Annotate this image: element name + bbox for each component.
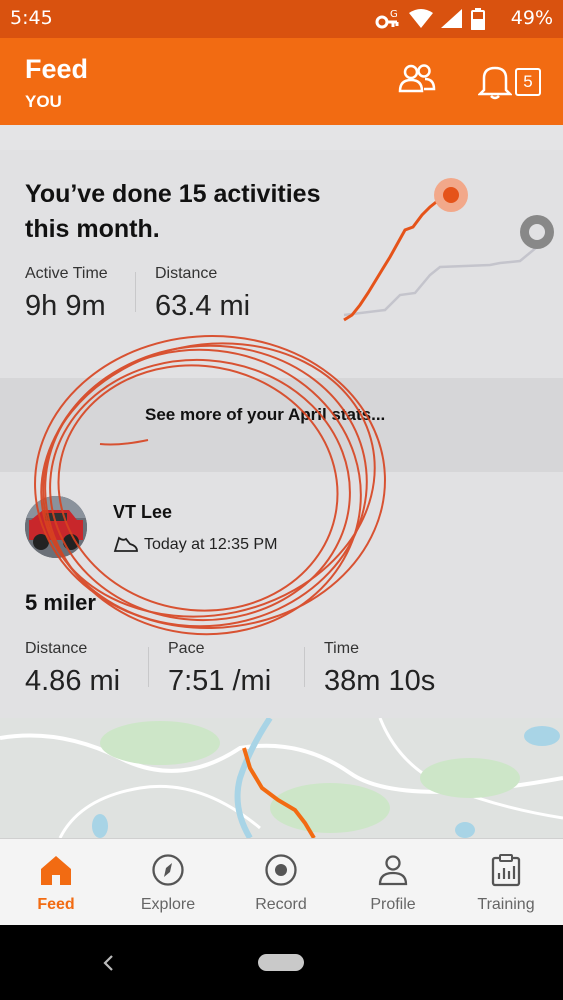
monthly-progress-graph <box>343 178 554 322</box>
signal-icon <box>441 9 462 28</box>
wifi-icon <box>409 9 433 28</box>
bottom-tab-bar: Feed Explore Record Profile Training <box>0 838 563 925</box>
this-month-line <box>343 193 452 322</box>
page-title: Feed <box>25 54 89 84</box>
notifications-bell-icon[interactable] <box>478 62 512 100</box>
activity-map[interactable] <box>0 718 563 838</box>
training-icon <box>491 854 521 887</box>
app-header: Feed YOU 5 <box>0 38 563 125</box>
tab-record[interactable]: Record <box>225 839 337 926</box>
tab-explore[interactable]: Explore <box>112 839 224 926</box>
see-more-stats-link[interactable]: See more of your April stats... <box>145 405 385 425</box>
home-pill[interactable] <box>258 954 304 971</box>
status-icons: G <box>375 8 485 30</box>
monthly-stats-card[interactable]: You’ve done 15 activities this month. Ac… <box>0 150 563 378</box>
activity-distance-label: Distance <box>25 640 88 657</box>
record-icon <box>265 854 297 886</box>
see-more-stats-row[interactable]: See more of your April stats... <box>0 378 563 472</box>
status-bar: 5:45 G 49% <box>0 0 563 38</box>
tab-feed[interactable]: Feed <box>0 839 112 926</box>
battery-icon <box>471 8 485 30</box>
last-month-line <box>343 246 538 317</box>
home-icon <box>41 856 71 885</box>
activity-pace-value: 7:51 /mi <box>168 665 272 697</box>
tab-training[interactable]: Training <box>450 839 562 926</box>
activity-time-label: Time <box>324 640 359 657</box>
tab-record-label: Record <box>255 896 307 913</box>
svg-text:G: G <box>390 9 398 20</box>
profile-icon <box>378 855 408 886</box>
route-map <box>0 718 563 838</box>
run-shoe-icon <box>113 536 138 552</box>
back-chevron-icon[interactable] <box>100 953 116 973</box>
tab-training-label: Training <box>477 896 535 913</box>
battery-percentage: 49% <box>510 7 553 29</box>
car-photo-icon <box>25 496 87 558</box>
distance-label: Distance <box>155 265 218 282</box>
activity-time-value: 38m 10s <box>324 665 436 697</box>
athlete-name[interactable]: VT Lee <box>113 502 172 523</box>
compass-icon <box>152 854 184 886</box>
notification-count-badge[interactable]: 5 <box>515 68 541 96</box>
tab-explore-label: Explore <box>140 896 196 913</box>
stats-divider <box>148 647 149 687</box>
tab-profile[interactable]: Profile <box>337 839 449 926</box>
page-subtitle: YOU <box>25 92 62 111</box>
active-time-label: Active Time <box>25 265 108 282</box>
activity-pace-label: Pace <box>168 640 205 657</box>
system-navigation-bar <box>0 925 563 1000</box>
monthly-headline: You’ve done 15 activities this month. <box>25 180 321 243</box>
activity-timestamp: Today at 12:35 PM <box>144 536 278 553</box>
stats-divider <box>304 647 305 687</box>
active-time-value: 9h 9m <box>25 290 106 322</box>
status-time: 5:45 <box>10 7 53 29</box>
tab-feed-label: Feed <box>37 896 75 913</box>
activity-title[interactable]: 5 miler <box>25 590 96 616</box>
activity-card[interactable]: VT Lee Today at 12:35 PM 5 miler Distanc… <box>0 472 563 718</box>
notification-count: 5 <box>523 72 533 91</box>
vpn-key-icon: G <box>375 9 399 29</box>
find-friends-icon[interactable] <box>398 62 436 96</box>
activity-distance-value: 4.86 mi <box>25 665 121 697</box>
tab-profile-label: Profile <box>370 896 416 913</box>
distance-value: 63.4 mi <box>155 290 251 322</box>
athlete-avatar[interactable] <box>25 496 87 558</box>
stats-divider <box>135 272 136 312</box>
